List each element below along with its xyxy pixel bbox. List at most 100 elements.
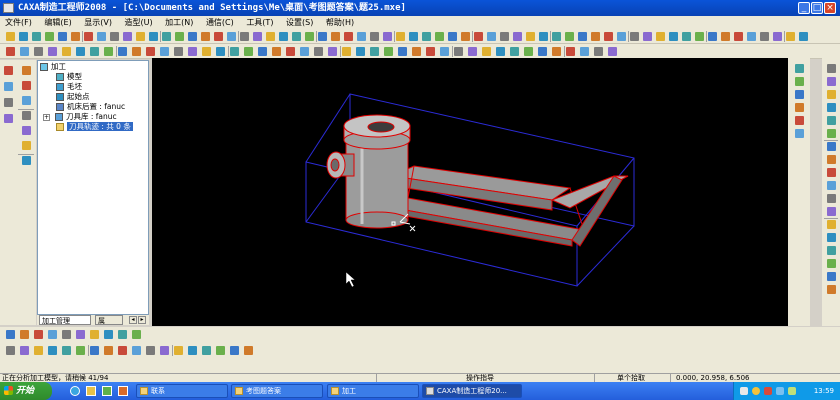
standard-tool-32-icon[interactable] [409, 32, 418, 41]
edit-tool-4-icon[interactable] [48, 346, 57, 355]
taskbar-button-machining[interactable]: 加工 [327, 384, 419, 398]
feature-tool-44-icon[interactable] [608, 47, 617, 56]
standard-tool-49-icon[interactable] [630, 32, 639, 41]
curve-draw-tool-2-icon[interactable] [827, 77, 836, 86]
window-title-bar[interactable]: CAXA制造工程师2008 - [C:\Documents and Settin… [0, 0, 840, 16]
standard-tool-1-icon[interactable] [6, 32, 15, 41]
left-tool-3-icon[interactable] [4, 98, 13, 107]
feature-tool-11-icon[interactable] [146, 47, 155, 56]
curve-tool-7-icon[interactable] [22, 156, 31, 165]
standard-tool-45-icon[interactable] [578, 32, 587, 41]
feature-tool-25-icon[interactable] [342, 47, 351, 56]
tab-scroll-left-icon[interactable]: ◂ [129, 316, 137, 324]
feature-tool-33-icon[interactable] [454, 47, 463, 56]
standard-tool-9-icon[interactable] [110, 32, 119, 41]
feature-tool-6-icon[interactable] [76, 47, 85, 56]
menu-view[interactable]: 显示(V) [79, 16, 117, 29]
curve-draw-tool-17-icon[interactable] [827, 272, 836, 281]
left-tool-4-icon[interactable] [4, 114, 13, 123]
standard-tool-16-icon[interactable] [201, 32, 210, 41]
curve-draw-tool-14-icon[interactable] [827, 233, 836, 242]
standard-tool-42-icon[interactable] [539, 32, 548, 41]
edit-tool-16-icon[interactable] [216, 346, 225, 355]
curve-draw-tool-8-icon[interactable] [827, 155, 836, 164]
feature-tool-26-icon[interactable] [356, 47, 365, 56]
curve-draw-tool-11-icon[interactable] [827, 194, 836, 203]
surface-tool-8-icon[interactable] [104, 330, 113, 339]
surface-tool-10-icon[interactable] [132, 330, 141, 339]
left-tool-1-icon[interactable] [4, 66, 13, 75]
menu-file[interactable]: 文件(F) [0, 16, 37, 29]
standard-tool-25-icon[interactable] [318, 32, 327, 41]
feature-tool-30-icon[interactable] [412, 47, 421, 56]
standard-tool-61-icon[interactable] [786, 32, 795, 41]
feature-tool-3-icon[interactable] [34, 47, 43, 56]
curve-draw-tool-10-icon[interactable] [827, 181, 836, 190]
standard-tool-46-icon[interactable] [591, 32, 600, 41]
standard-tool-34-icon[interactable] [435, 32, 444, 41]
feature-tool-42-icon[interactable] [580, 47, 589, 56]
feature-tool-22-icon[interactable] [300, 47, 309, 56]
standard-tool-31-icon[interactable] [396, 32, 405, 41]
edit-tool-10-icon[interactable] [132, 346, 141, 355]
feature-tool-40-icon[interactable] [552, 47, 561, 56]
standard-tool-15-icon[interactable] [188, 32, 197, 41]
edit-tool-6-icon[interactable] [76, 346, 85, 355]
standard-tool-51-icon[interactable] [656, 32, 665, 41]
edit-tool-3-icon[interactable] [34, 346, 43, 355]
menu-edit[interactable]: 编辑(E) [39, 16, 76, 29]
feature-tool-1-icon[interactable] [6, 47, 15, 56]
feature-tool-19-icon[interactable] [258, 47, 267, 56]
menu-machining[interactable]: 加工(N) [160, 16, 198, 29]
standard-tool-30-icon[interactable] [383, 32, 392, 41]
standard-tool-56-icon[interactable] [721, 32, 730, 41]
standard-tool-8-icon[interactable] [97, 32, 106, 41]
edit-tool-9-icon[interactable] [118, 346, 127, 355]
curve-tool-3-icon[interactable] [22, 96, 31, 105]
standard-tool-21-icon[interactable] [266, 32, 275, 41]
standard-tool-24-icon[interactable] [305, 32, 314, 41]
feature-tool-20-icon[interactable] [272, 47, 281, 56]
standard-tool-22-icon[interactable] [279, 32, 288, 41]
edit-tool-14-icon[interactable] [188, 346, 197, 355]
quicklaunch-media-icon[interactable] [102, 386, 112, 396]
standard-tool-43-icon[interactable] [552, 32, 561, 41]
feature-tool-10-icon[interactable] [132, 47, 141, 56]
standard-tool-60-icon[interactable] [773, 32, 782, 41]
edit-tool-12-icon[interactable] [160, 346, 169, 355]
standard-tool-13-icon[interactable] [162, 32, 171, 41]
view-tool-4-icon[interactable] [795, 103, 804, 112]
feature-tool-9-icon[interactable] [118, 47, 127, 56]
quicklaunch-app-icon[interactable] [118, 386, 128, 396]
standard-tool-57-icon[interactable] [734, 32, 743, 41]
curve-draw-tool-3-icon[interactable] [827, 90, 836, 99]
feature-tool-2-icon[interactable] [20, 47, 29, 56]
tray-volume-icon[interactable] [752, 387, 760, 395]
standard-tool-62-icon[interactable] [799, 32, 808, 41]
tree-item-tool-library[interactable]: + 刀具库 : fanuc [43, 112, 117, 122]
feature-tool-32-icon[interactable] [440, 47, 449, 56]
standard-tool-58-icon[interactable] [747, 32, 756, 41]
curve-draw-tool-9-icon[interactable] [827, 168, 836, 177]
menu-modeling[interactable]: 造型(U) [120, 16, 158, 29]
curve-tool-4-icon[interactable] [22, 111, 31, 120]
curve-draw-tool-12-icon[interactable] [827, 207, 836, 216]
standard-tool-54-icon[interactable] [695, 32, 704, 41]
menu-tools[interactable]: 工具(T) [241, 16, 278, 29]
edit-tool-8-icon[interactable] [104, 346, 113, 355]
curve-draw-tool-6-icon[interactable] [827, 129, 836, 138]
close-button[interactable]: × [824, 2, 836, 14]
standard-tool-44-icon[interactable] [565, 32, 574, 41]
tray-security-icon[interactable] [764, 387, 772, 395]
standard-tool-35-icon[interactable] [448, 32, 457, 41]
tree-item-start-point[interactable]: 起始点 [56, 92, 90, 102]
tree-item-toolpaths[interactable]: 刀具轨迹 : 共 0 条 [56, 122, 133, 132]
feature-tool-12-icon[interactable] [160, 47, 169, 56]
feature-tool-23-icon[interactable] [314, 47, 323, 56]
standard-tool-29-icon[interactable] [370, 32, 379, 41]
tree-item-blank[interactable]: 毛坯 [56, 82, 82, 92]
curve-draw-tool-18-icon[interactable] [827, 285, 836, 294]
3d-viewport[interactable] [152, 58, 788, 326]
surface-tool-7-icon[interactable] [90, 330, 99, 339]
standard-tool-38-icon[interactable] [487, 32, 496, 41]
